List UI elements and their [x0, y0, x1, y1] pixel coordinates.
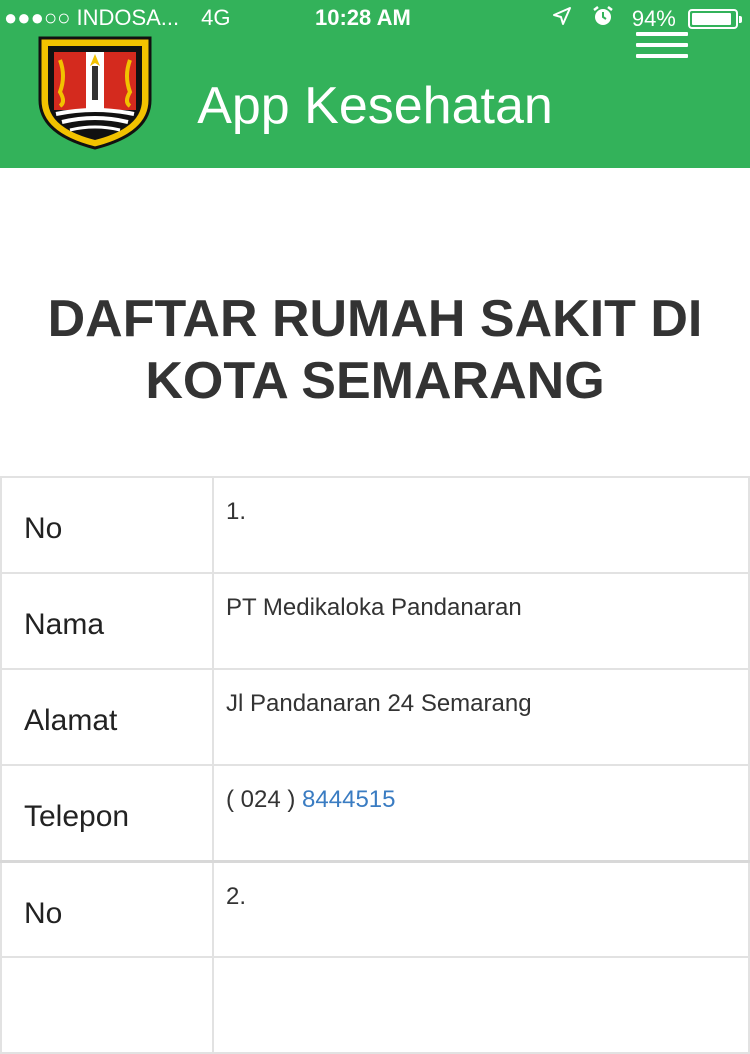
hospital-table: No 1. Nama PT Medikaloka Pandanaran Alam…	[0, 476, 750, 1054]
battery-level	[692, 13, 732, 26]
table-row	[0, 956, 750, 1054]
battery-icon	[688, 9, 742, 30]
row-label-no: No	[0, 476, 214, 574]
carrier-name: INDOSA...	[76, 5, 180, 30]
page-heading: DAFTAR RUMAH SAKIT DI KOTA SEMARANG	[47, 290, 703, 410]
status-right: 94%	[552, 5, 742, 33]
app-title: App Kesehatan	[197, 76, 553, 135]
table-row: Alamat Jl Pandanaran 24 Semarang	[0, 668, 750, 766]
row-label-nama: Nama	[0, 572, 214, 670]
row-value-no: 1.	[212, 476, 750, 574]
row-value-alamat: Jl Pandanaran 24 Semarang	[212, 668, 750, 766]
table-row: Telepon ( 024 ) 8444515	[0, 764, 750, 862]
alarm-clock-icon	[592, 5, 614, 33]
semarang-emblem-logo	[36, 36, 154, 150]
signal-strength: ●●●○○	[4, 5, 71, 30]
row-label-no: No	[0, 859, 214, 958]
row-value-empty	[212, 956, 750, 1054]
app-header: ●●●○○ INDOSA... 4G 10:28 AM 94% App Kese…	[0, 0, 750, 168]
location-arrow-icon	[552, 6, 572, 32]
network-type: 4G	[201, 5, 231, 30]
table-row: No 2.	[0, 859, 750, 958]
row-label-telepon: Telepon	[0, 764, 214, 862]
status-time: 10:28 AM	[315, 5, 411, 30]
row-value-nama: PT Medikaloka Pandanaran	[212, 572, 750, 670]
row-label-empty	[0, 956, 214, 1054]
row-label-alamat: Alamat	[0, 668, 214, 766]
table-row: Nama PT Medikaloka Pandanaran	[0, 572, 750, 670]
row-value-no: 2.	[212, 859, 750, 958]
table-row: No 1.	[0, 476, 750, 574]
status-bar: ●●●○○ INDOSA... 4G 10:28 AM 94%	[0, 0, 750, 36]
phone-area-code: ( 024 )	[226, 786, 296, 813]
hamburger-menu-icon[interactable]	[636, 32, 692, 66]
row-value-telepon: ( 024 ) 8444515	[212, 764, 750, 862]
status-left: ●●●○○ INDOSA... 4G	[4, 5, 231, 31]
phone-number-link[interactable]: 8444515	[302, 786, 395, 813]
battery-percent: 94%	[631, 6, 676, 32]
